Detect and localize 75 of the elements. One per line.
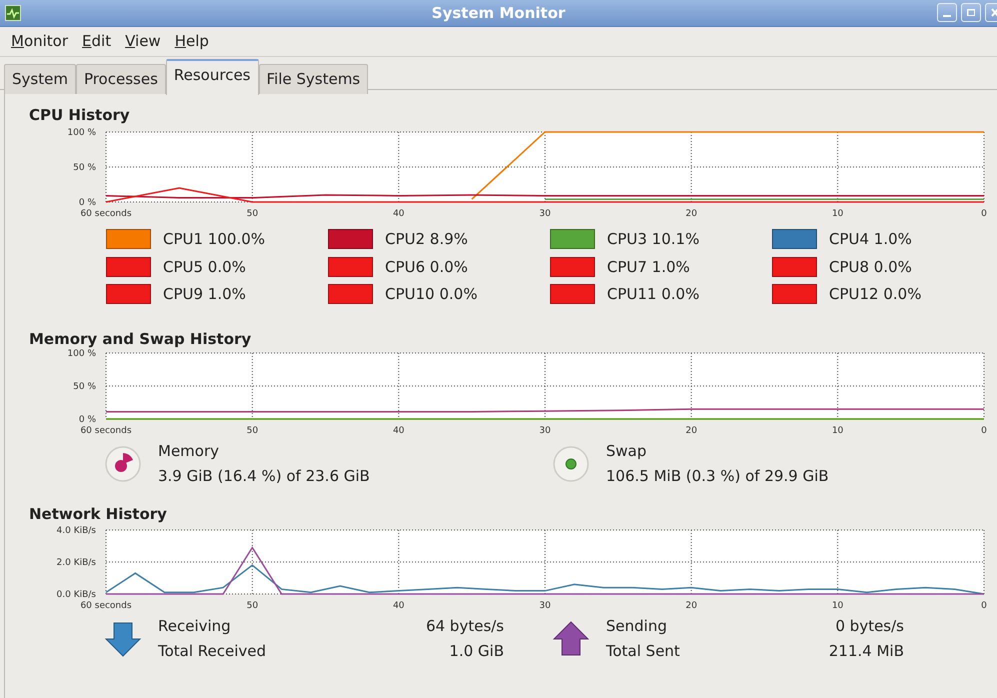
menu-item[interactable]: Monitor [4, 28, 76, 55]
section-title: Memory and Swap History [29, 328, 252, 348]
legend-label: CPU4 1.0% [829, 229, 912, 250]
total-value: 211.4 MiB [828, 640, 904, 662]
axis-label: 100 % [67, 128, 96, 138]
legend-label: CPU10 0.0% [385, 284, 478, 305]
axis-label: 0 [981, 426, 987, 436]
minimize-icon [943, 14, 951, 16]
axis-label: 0.0 KiB/s [56, 590, 96, 600]
section-title: Network History [29, 504, 168, 522]
axis-label: 60 seconds [80, 600, 132, 610]
maximize-button[interactable] [961, 3, 981, 22]
menu-item[interactable]: Help [168, 28, 216, 55]
total-label: Total Received [158, 640, 266, 662]
axis-label: 20 [686, 426, 698, 436]
rate-value: 0 bytes/s [835, 616, 904, 636]
axis-label: 50 [246, 600, 258, 610]
tab[interactable]: File Systems [258, 64, 368, 94]
total-value: 1.0 GiB [449, 640, 504, 662]
axis-label: 30 [539, 426, 551, 436]
menu-item[interactable]: Edit [75, 28, 118, 55]
app-icon [5, 5, 21, 21]
axis-label: 0 [981, 600, 987, 610]
axis-label: 30 [539, 600, 551, 610]
section-title: CPU History [29, 105, 131, 124]
info-label: Swap [606, 440, 648, 462]
dot-icon [552, 444, 590, 482]
legend-label: CPU5 0.0% [163, 256, 246, 278]
axis-label: 10 [832, 209, 844, 219]
legend-label: CPU3 10.1% [607, 229, 700, 250]
axis-label: 10 [832, 426, 844, 436]
axis-label: 50 % [73, 163, 96, 173]
axis-label: 50 % [73, 382, 96, 392]
info-value: 106.5 MiB (0.3 %) of 29.9 GiB [606, 466, 829, 486]
rate-label: Receiving [158, 616, 231, 636]
legend-label: CPU6 0.0% [385, 256, 468, 278]
total-label: Total Sent [606, 640, 680, 662]
axis-label: 60 seconds [80, 426, 132, 436]
axis-label: 40 [392, 426, 404, 436]
legend-label: CPU8 0.0% [829, 256, 912, 278]
legend-label: CPU7 1.0% [607, 256, 690, 278]
legend-label: CPU9 1.0% [163, 284, 246, 305]
axis-label: 0 [981, 209, 987, 219]
axis-label: 4.0 KiB/s [56, 526, 96, 536]
axis-label: 0 % [78, 198, 96, 208]
axis-label: 10 [832, 600, 844, 610]
legend-label: CPU1 100.0% [163, 229, 266, 250]
axis-label: 2.0 KiB/s [56, 558, 96, 568]
tab[interactable]: System [4, 64, 76, 94]
axis-label: 50 [246, 426, 258, 436]
info-label: Memory [158, 440, 220, 462]
rate-label: Sending [606, 616, 667, 636]
axis-label: 50 [246, 209, 258, 219]
info-value: 3.9 GiB (16.4 %) of 23.6 GiB [158, 466, 370, 486]
rate-value: 64 bytes/s [426, 616, 504, 636]
minimize-button[interactable] [937, 3, 957, 22]
tab[interactable]: Resources [166, 59, 258, 94]
axis-label: 100 % [67, 348, 96, 358]
axis-label: 40 [392, 600, 404, 610]
tab[interactable]: Processes [76, 64, 166, 94]
up-arrow-icon [552, 618, 590, 658]
legend-label: CPU2 8.9% [385, 229, 468, 250]
axis-label: 20 [686, 600, 698, 610]
window-title: System Monitor [432, 2, 566, 24]
axis-label: 60 seconds [80, 209, 132, 219]
axis-label: 40 [392, 209, 404, 219]
legend-label: CPU12 0.0% [829, 284, 922, 305]
legend-label: CPU11 0.0% [607, 284, 700, 305]
close-icon [991, 8, 997, 17]
axis-label: 0 % [78, 414, 96, 424]
pie-chart-icon [104, 444, 142, 482]
axis-label: 20 [686, 209, 698, 219]
axis-label: 30 [539, 209, 551, 219]
maximize-icon [966, 8, 976, 16]
menu-item[interactable]: View [118, 28, 168, 55]
